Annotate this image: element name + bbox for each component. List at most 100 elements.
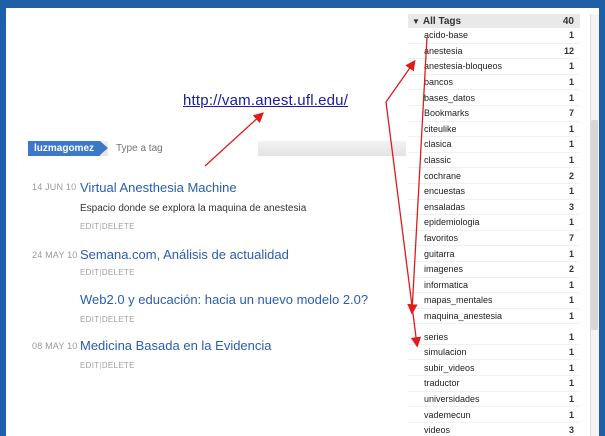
tag-row[interactable]: informatica 1: [408, 278, 580, 294]
tag-row[interactable]: vademecun 1: [408, 407, 580, 423]
tag-count: 1: [568, 61, 574, 72]
tag-count: 1: [568, 77, 574, 88]
tag-name[interactable]: anestesia: [424, 46, 564, 56]
tag-count: 1: [568, 155, 574, 166]
tag-count: 1: [568, 186, 574, 197]
tag-row[interactable]: simulacion 1: [408, 345, 580, 361]
bookmark-actions: EDIT|DELETE: [80, 315, 135, 324]
tag-count: 2: [568, 170, 574, 181]
tag-count: 1: [568, 331, 574, 342]
tag-row[interactable]: ensaladas 3: [408, 200, 580, 216]
tag-row[interactable]: anestesia 12: [408, 44, 580, 60]
tags-header-label: All Tags: [422, 15, 462, 27]
tag-row[interactable]: anestesia-bloqueos 1: [408, 59, 580, 75]
user-badge[interactable]: luzmagomez: [28, 141, 109, 156]
bookmark-description: Espacio donde se explora la maquina de a…: [80, 203, 307, 214]
tag-row[interactable]: favoritos 7: [408, 231, 580, 247]
tag-row[interactable]: encuestas 1: [408, 184, 580, 200]
tag-name[interactable]: mapas_mentales: [424, 295, 569, 305]
tag-count: 1: [568, 139, 574, 150]
tag-name[interactable]: epidemiologia: [424, 217, 569, 227]
tag-name[interactable]: subir_videos: [424, 363, 569, 373]
tag-name[interactable]: acido-base: [424, 30, 569, 40]
bookmark-title[interactable]: Semana.com, Análisis de actualidad: [80, 247, 289, 262]
tag-name[interactable]: classic: [424, 155, 569, 165]
tag-count: 1: [568, 248, 574, 259]
delete-link[interactable]: DELETE: [102, 361, 135, 370]
tag-count: 1: [568, 217, 574, 228]
tag-row[interactable]: cochrane 2: [408, 168, 580, 184]
tag-name[interactable]: imagenes: [424, 264, 569, 274]
tag-name[interactable]: bancos: [424, 77, 569, 87]
delete-link[interactable]: DELETE: [102, 222, 135, 231]
tag-row[interactable]: traductor 1: [408, 376, 580, 392]
tag-count: 1: [568, 310, 574, 321]
tag-count: 3: [568, 201, 574, 212]
edit-link[interactable]: EDIT: [80, 268, 99, 277]
bookmark-title[interactable]: Medicina Basada en la Evidencia: [80, 338, 272, 353]
triangle-down-icon[interactable]: ▼: [412, 17, 420, 26]
tag-name[interactable]: simulacion: [424, 347, 569, 357]
tag-count: 1: [568, 92, 574, 103]
bookmark-actions: EDIT|DELETE: [80, 268, 135, 277]
tag-row[interactable]: acido-base 1: [408, 28, 580, 44]
tag-row[interactable]: universidades 1: [408, 392, 580, 408]
tag-row[interactable]: mapas_mentales 1: [408, 293, 580, 309]
tag-name[interactable]: bases_datos: [424, 93, 569, 103]
tag-row[interactable]: imagenes 2: [408, 262, 580, 278]
tag-count: 12: [563, 45, 574, 56]
tag-name[interactable]: ensaladas: [424, 202, 569, 212]
tag-row[interactable]: series 1: [408, 329, 580, 345]
tag-name[interactable]: anestesia-bloqueos: [424, 61, 569, 71]
edit-link[interactable]: EDIT: [80, 315, 99, 324]
tag-name[interactable]: encuestas: [424, 186, 569, 196]
tag-count: 1: [568, 362, 574, 373]
tag-count: 1: [568, 30, 574, 41]
tag-list: acido-base 1 anestesia 12 anestesia-bloqueos…: [408, 28, 580, 325]
tag-row[interactable]: subir_videos 1: [408, 360, 580, 377]
tag-count: 1: [568, 295, 574, 306]
delete-link[interactable]: DELETE: [102, 315, 135, 324]
bookmark-date: 14 JUN 10: [32, 182, 77, 192]
tag-name[interactable]: traductor: [424, 378, 569, 388]
tag-row[interactable]: clasica 1: [408, 137, 580, 153]
edit-link[interactable]: EDIT: [80, 361, 99, 370]
edit-link[interactable]: EDIT: [80, 222, 99, 231]
tag-name[interactable]: Bookmarks: [424, 108, 569, 118]
tag-name[interactable]: clasica: [424, 139, 569, 149]
tags-header[interactable]: ▼ All Tags 40: [408, 14, 580, 28]
bookmark-title[interactable]: Web2.0 y educación: hacia un nuevo model…: [80, 292, 368, 307]
tag-name[interactable]: series: [424, 332, 569, 342]
tag-list: series 1 simulacion 1 subir_videos 1 traductor…: [408, 329, 580, 436]
tag-name[interactable]: guitarra: [424, 249, 569, 259]
tag-row[interactable]: bases_datos 1: [408, 90, 580, 106]
tag-name[interactable]: universidades: [424, 394, 569, 404]
tag-name[interactable]: maquina_anestesia: [424, 311, 569, 321]
tag-name[interactable]: informatica: [424, 280, 569, 290]
tag-input[interactable]: [108, 141, 258, 156]
tag-row[interactable]: epidemiologia 1: [408, 215, 580, 231]
tag-name[interactable]: favoritos: [424, 233, 569, 243]
tag-row[interactable]: videos 3: [408, 423, 580, 436]
tag-name[interactable]: vademecun: [424, 410, 569, 420]
tag-row[interactable]: guitarra 1: [408, 246, 580, 262]
delete-link[interactable]: DELETE: [102, 268, 135, 277]
tag-row[interactable]: bancos 1: [408, 75, 580, 91]
red-arrow-icon: [204, 112, 264, 167]
tag-count: 1: [568, 279, 574, 290]
tag-name[interactable]: citeulike: [424, 124, 569, 134]
tag-row[interactable]: Bookmarks 7: [408, 106, 580, 122]
tag-row[interactable]: maquina_anestesia 1: [408, 309, 580, 325]
tag-name[interactable]: cochrane: [424, 171, 569, 181]
annotation-url-link[interactable]: http://vam.anest.ufl.edu/: [183, 92, 348, 109]
tag-name[interactable]: videos: [424, 425, 569, 435]
tag-row[interactable]: citeulike 1: [408, 122, 580, 138]
tag-row[interactable]: classic 1: [408, 153, 580, 169]
bookmark-date: 08 MAY 10: [32, 341, 78, 351]
bookmark-actions: EDIT|DELETE: [80, 222, 135, 231]
tag-count: 3: [568, 425, 574, 436]
tags-total-count: 40: [562, 15, 574, 27]
scrollbar-thumb[interactable]: [591, 120, 598, 330]
bookmark-title[interactable]: Virtual Anesthesia Machine: [80, 180, 237, 195]
tag-count: 1: [568, 409, 574, 420]
